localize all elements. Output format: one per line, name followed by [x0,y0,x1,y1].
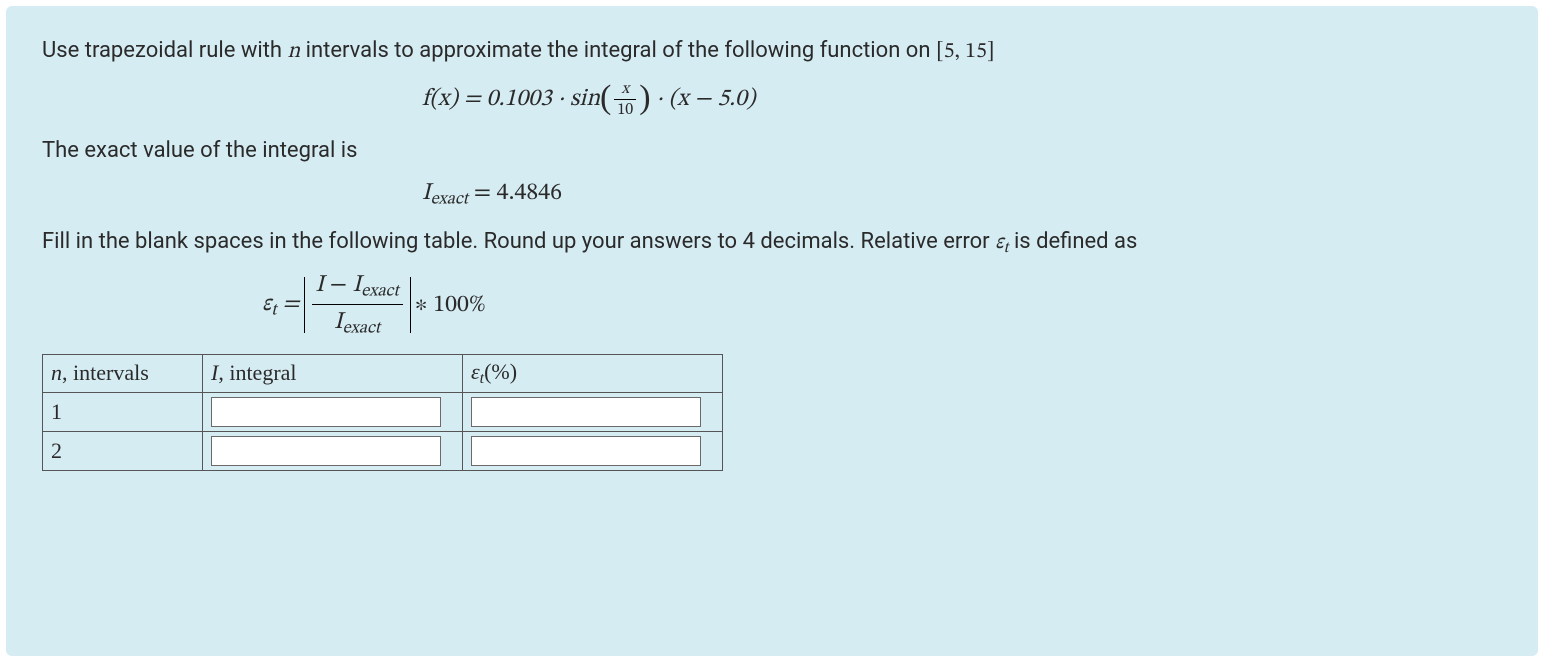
fx-lhs: f(x) = 0.1003 · sin [422,87,600,111]
col-header-n: n, intervals [43,354,203,392]
cell-n-1: 1 [43,392,203,431]
intro-text-mid: intervals to approximate the integral of… [300,38,936,63]
input-I-2[interactable] [211,436,441,466]
fx-fraction: x10 [614,79,636,120]
abs-bar-left-icon [304,277,305,333]
question-card: Use trapezoidal rule with n intervals to… [6,6,1538,656]
col-header-I: I, integral [203,354,463,392]
intro-var-n: n [287,41,300,63]
fx-frac-num: x [614,79,636,100]
cell-I-1 [203,392,463,431]
error-fraction: I − Iexact Iexact [312,270,403,340]
eps-lhs: εt = [262,289,300,321]
Iexact-value: = 4.4846 [468,181,562,205]
intro-paragraph: Use trapezoidal rule with n intervals to… [42,34,1502,69]
Iexact-sub: exact [431,192,469,209]
cell-e-2 [463,431,723,470]
input-I-1[interactable] [211,397,441,427]
error-frac-num: I − Iexact [312,270,403,305]
exact-equation: Iexact = 4.4846 [422,178,1502,210]
cell-e-1 [463,392,723,431]
cell-I-2 [203,431,463,470]
Iexact-I: I [422,181,431,205]
function-equation: f(x) = 0.1003 · sin(x10) · (x − 5.0) [422,79,1502,120]
abs-bar-right-icon [410,277,411,333]
fx-frac-den: 10 [614,100,636,120]
error-equation: εt = I − Iexact Iexact ∗ 100% [262,270,1502,340]
lparen-icon: ( [600,79,611,116]
error-frac-den: Iexact [312,305,403,339]
answer-table: n, intervals I, integral εt(%) 1 2 [42,354,723,471]
exact-label: The exact value of the integral is [42,134,1502,168]
fill-paragraph: Fill in the blank spaces in the followin… [42,225,1502,261]
fx-rhs: · (x − 5.0) [651,87,756,111]
table-row: 2 [43,431,723,470]
intro-text-pre: Use trapezoidal rule with [42,38,287,63]
interval-text: [5, 15] [936,41,995,63]
table-header-row: n, intervals I, integral εt(%) [43,354,723,392]
fill-text-post: is defined as [1008,229,1137,254]
cell-n-2: 2 [43,431,203,470]
col-header-e: εt(%) [463,354,723,392]
rparen-icon: ) [639,79,650,116]
table-row: 1 [43,392,723,431]
input-e-1[interactable] [471,397,701,427]
error-times-100: ∗ 100% [415,290,486,320]
input-e-2[interactable] [471,436,701,466]
fill-text-pre: Fill in the blank spaces in the followin… [42,229,995,254]
